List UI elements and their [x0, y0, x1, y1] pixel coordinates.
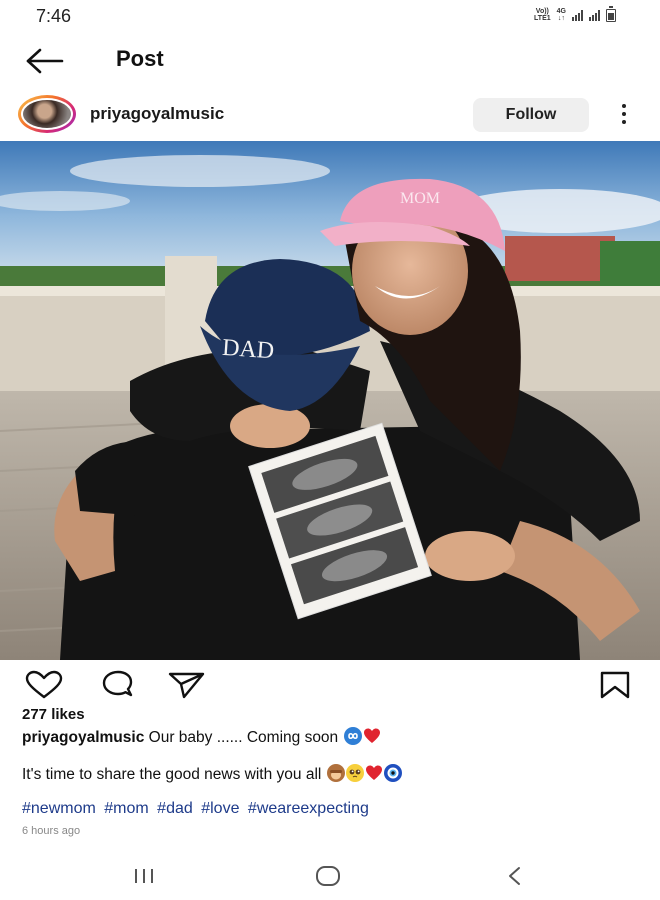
- nazar-amulet-emoji-icon: [383, 764, 402, 782]
- hashtag-mom[interactable]: #mom: [104, 800, 148, 817]
- story-ring: [18, 95, 76, 133]
- avatar[interactable]: [18, 95, 76, 133]
- caption-line-2: It's time to share the good news with yo…: [22, 764, 402, 784]
- back-arrow-icon[interactable]: [22, 46, 66, 76]
- svg-text:DAD: DAD: [221, 335, 275, 365]
- post-photo[interactable]: DAD MOM: [0, 141, 660, 660]
- red-heart-emoji-icon-2: [365, 764, 383, 782]
- post-author-row: priyagoyalmusic Follow: [0, 90, 660, 140]
- recent-apps-icon[interactable]: [124, 862, 164, 890]
- hashtag-list: #newmom #mom #dad #love #weareexpecting: [22, 800, 373, 818]
- post-actions: [0, 662, 660, 706]
- infinity-emoji-icon: [343, 727, 362, 745]
- data-arrows-icon: ↓↑: [557, 15, 565, 22]
- lte-label: LTE1: [534, 15, 551, 22]
- likes-count[interactable]: 277 likes: [22, 706, 85, 723]
- back-chevron-icon[interactable]: [494, 862, 534, 890]
- signal-strength-icon-2: [589, 9, 600, 21]
- battery-icon: [606, 5, 616, 22]
- status-bar: 7:46 Vo)) LTE1 4G ↓↑: [0, 0, 660, 34]
- signal-strength-icon: [572, 9, 583, 21]
- caption-text: Our baby ...... Coming soon: [148, 729, 339, 746]
- follow-button[interactable]: Follow: [473, 98, 589, 132]
- caption-text-2: It's time to share the good news with yo…: [22, 766, 322, 783]
- system-navigation-bar: [0, 852, 660, 900]
- red-heart-emoji-icon: [363, 727, 381, 745]
- avatar-image: [23, 100, 71, 128]
- network-type-label: 4G: [556, 8, 566, 15]
- home-icon[interactable]: [308, 862, 348, 890]
- more-options-icon[interactable]: [614, 100, 634, 130]
- bookmark-icon[interactable]: [596, 670, 636, 700]
- post-header: Post: [0, 36, 660, 86]
- volte-indicator: Vo)) LTE1: [534, 8, 551, 22]
- status-time: 7:46: [36, 6, 72, 26]
- comment-icon[interactable]: [98, 670, 138, 700]
- post-timestamp: 6 hours ago: [22, 825, 81, 837]
- hashtag-newmom[interactable]: #newmom: [22, 800, 96, 817]
- hashtag-weareexpecting[interactable]: #weareexpecting: [248, 800, 369, 817]
- author-username[interactable]: priyagoyalmusic: [90, 104, 224, 124]
- page-title: Post: [116, 46, 164, 71]
- status-icons: Vo)) LTE1 4G ↓↑: [534, 5, 616, 22]
- network-type-indicator: 4G ↓↑: [557, 8, 566, 22]
- volte-label: Vo)): [535, 8, 549, 15]
- see-no-evil-monkey-emoji-icon: [326, 764, 345, 782]
- caption: priyagoyalmusic Our baby ...... Coming s…: [22, 727, 381, 747]
- pleading-face-emoji-icon: [345, 764, 364, 782]
- svg-text:MOM: MOM: [400, 190, 440, 207]
- heart-icon[interactable]: [24, 670, 64, 700]
- hashtag-love[interactable]: #love: [201, 800, 239, 817]
- hashtag-dad[interactable]: #dad: [157, 800, 193, 817]
- caption-username[interactable]: priyagoyalmusic: [22, 729, 144, 746]
- send-icon[interactable]: [166, 670, 206, 700]
